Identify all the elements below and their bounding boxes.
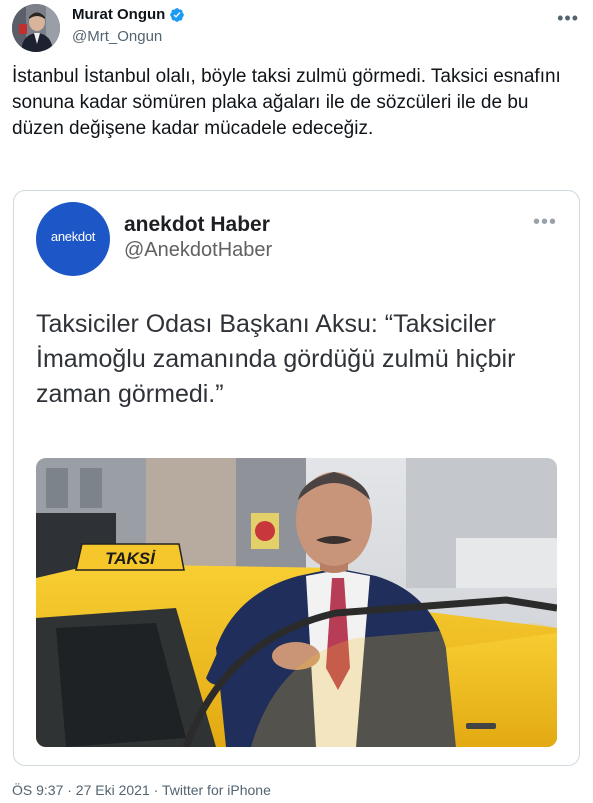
more-options-icon[interactable]: ••• [557,8,579,29]
tweet-timestamp-source[interactable]: ÖS 9:37 · 27 Eki 2021 · Twitter for iPho… [12,782,271,798]
anekdot-logo[interactable]: anekdot [36,202,110,276]
quoted-author-handle: @AnekdotHaber [124,239,273,261]
taxi-sign-text: TAKSİ [105,549,156,568]
taxi-driver-photo: TAKSİ [36,458,557,747]
author-handle[interactable]: @Mrt_Ongun [72,28,162,45]
quoted-author-name[interactable]: anekdot Haber [124,213,270,237]
quoted-headline: Taksiciler Odası Başkanı Aksu: “Taksicil… [36,310,516,408]
author-avatar[interactable] [12,4,60,52]
avatar-photo [12,4,60,52]
tweet-text: İstanbul İstanbul olalı, böyle taksi zul… [12,66,561,139]
quoted-tweet-card[interactable]: anekdot anekdot Haber @AnekdotHaber ••• … [13,190,580,766]
quoted-more-icon: ••• [532,211,557,233]
author-name[interactable]: Murat Ongun [72,6,165,23]
quoted-photo[interactable]: TAKSİ [36,458,557,747]
logo-text: anekdot [50,229,96,244]
verified-badge-icon [170,8,184,22]
